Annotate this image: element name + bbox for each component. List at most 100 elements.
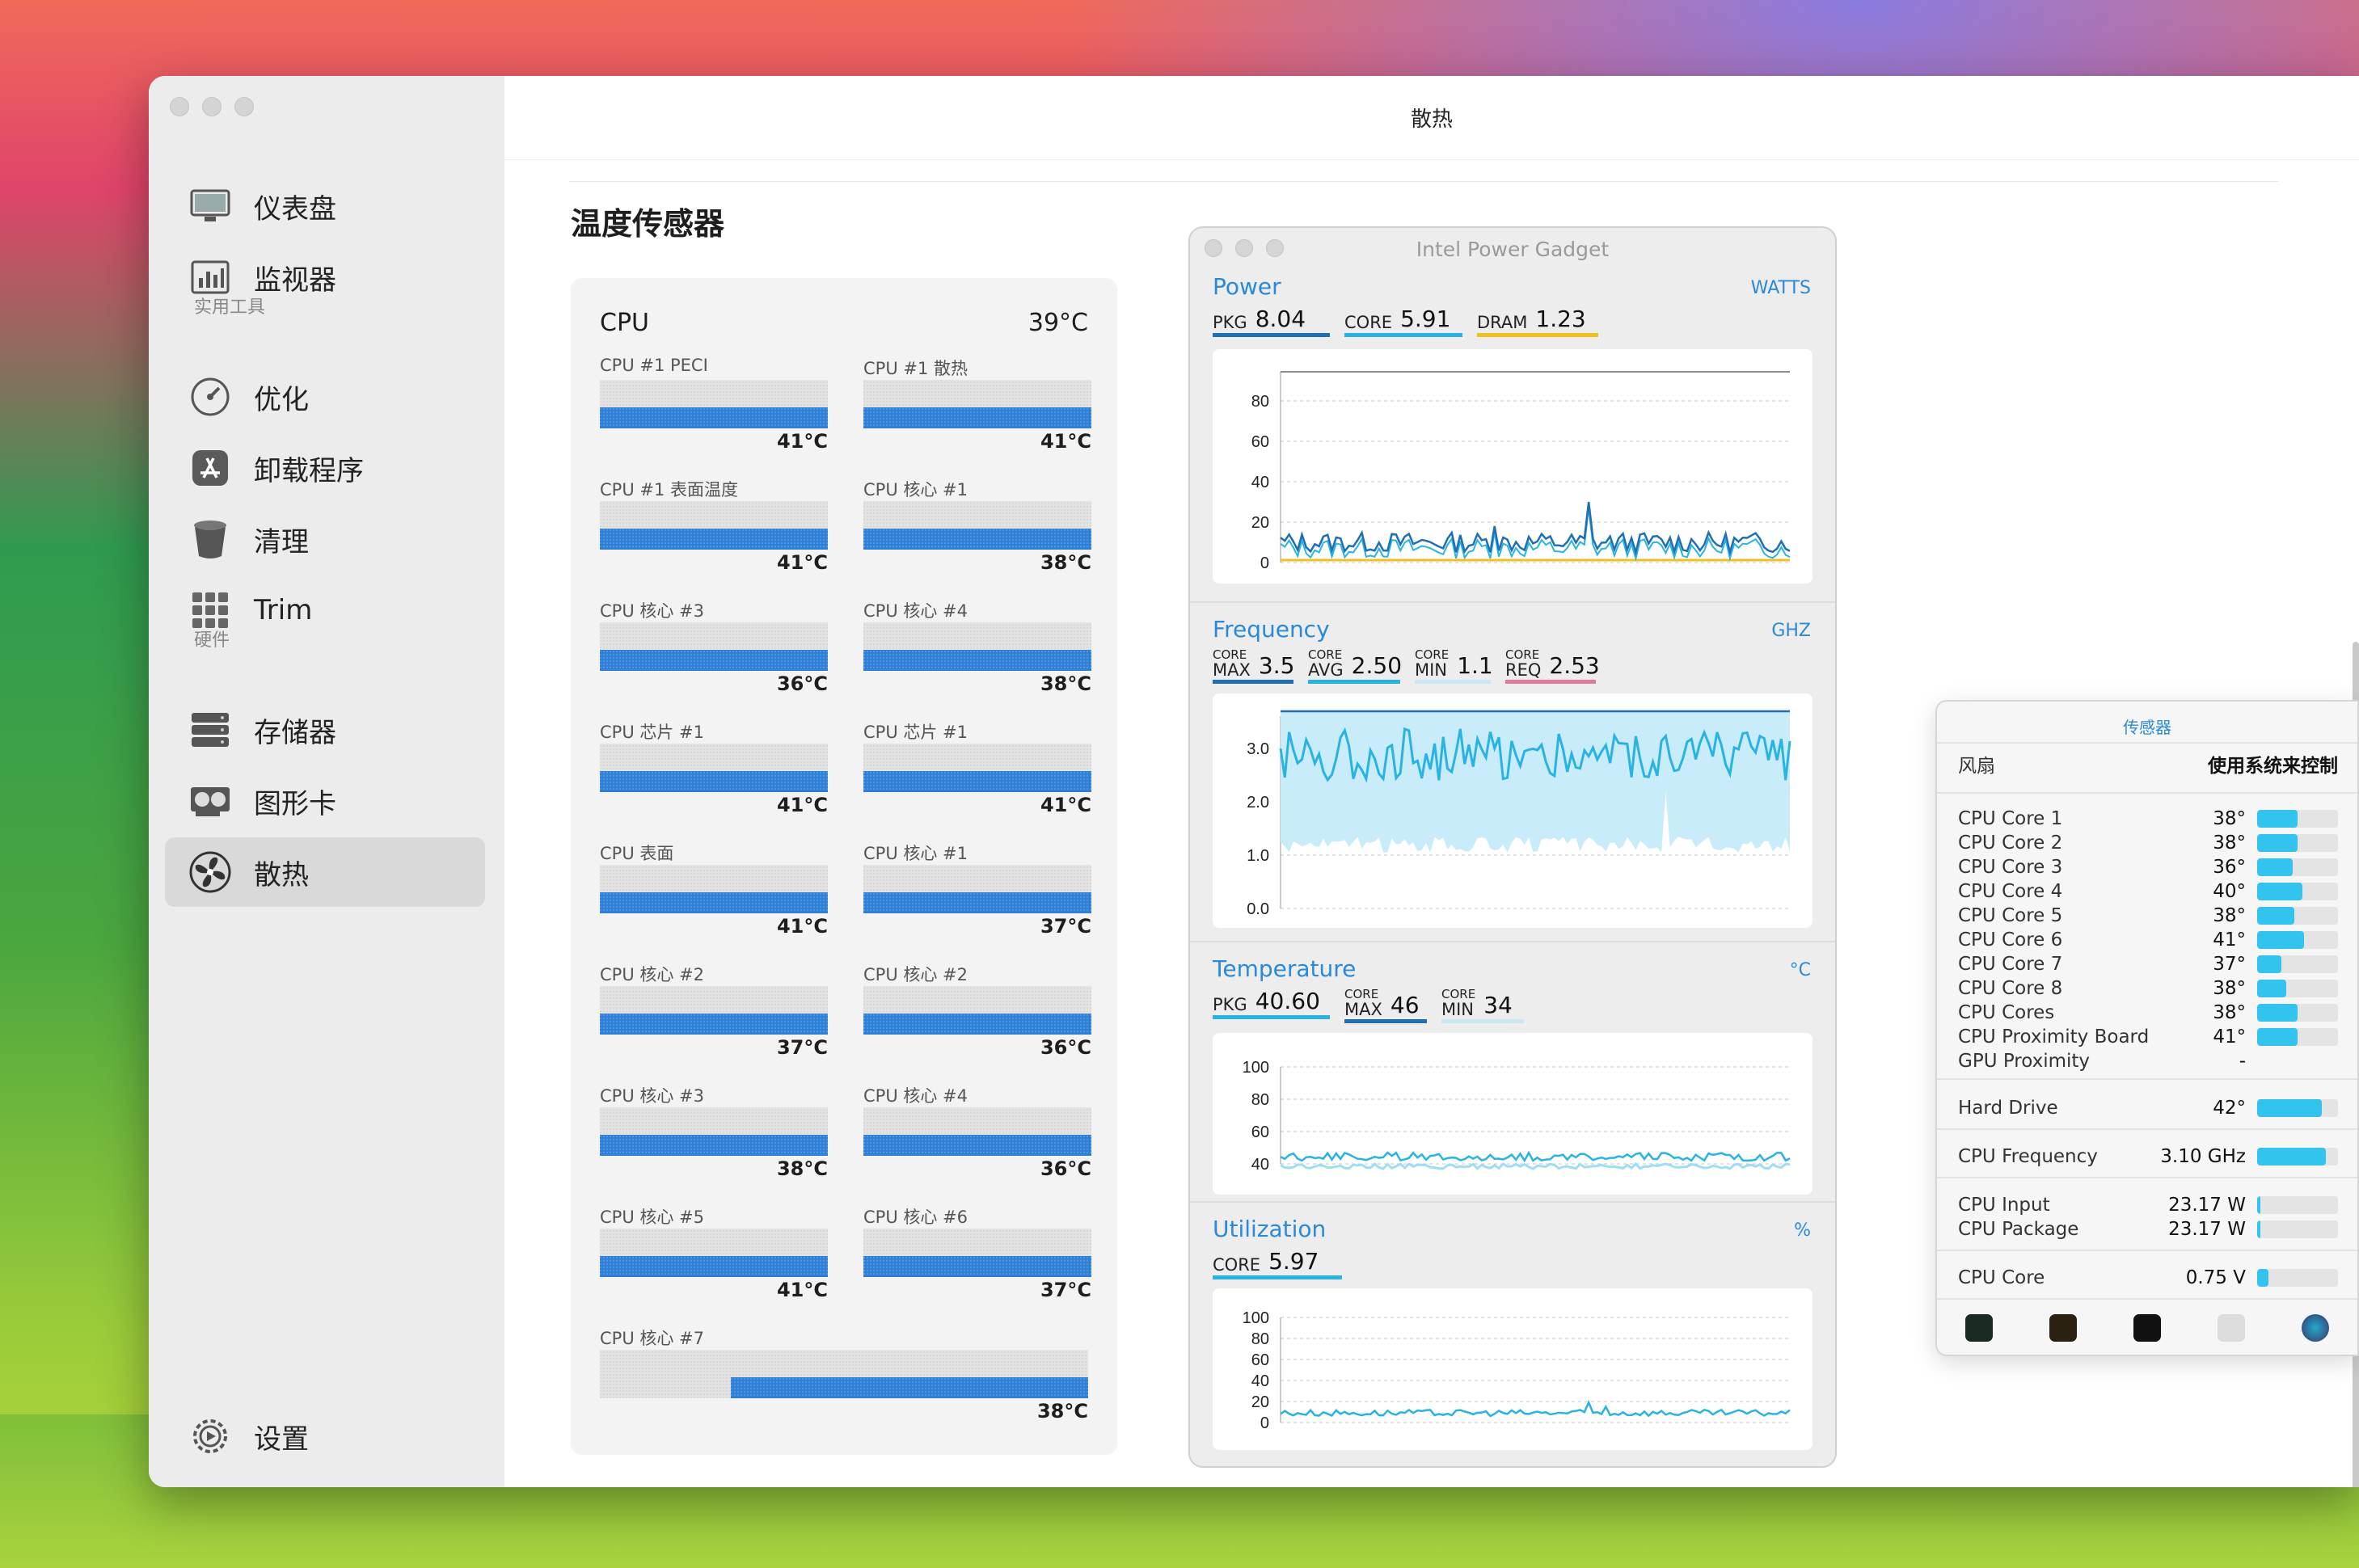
sensor-row: Hard Drive 42° bbox=[1958, 1096, 2338, 1120]
sensor-row-name: CPU Core 6 bbox=[1958, 929, 2063, 950]
ipg-chart-power: 80 60 40 20 0 bbox=[1213, 349, 1813, 584]
settings-label: 设置 bbox=[254, 1423, 309, 1456]
sensor-level-meter bbox=[2257, 907, 2338, 925]
ipg-section-title: Power bbox=[1213, 273, 1281, 300]
sensor-row-value: 42° bbox=[2213, 1098, 2246, 1119]
sensor-row: CPU Core 0.75 V bbox=[1958, 1266, 2338, 1290]
sensor-name: CPU 核心 #7 bbox=[600, 1329, 705, 1348]
divider bbox=[1937, 1298, 2357, 1300]
y-tick-label: 0.0 bbox=[1247, 900, 1269, 918]
disk-utility-icon[interactable] bbox=[2302, 1314, 2329, 1342]
sidebar-item-label: 仪表盘 bbox=[254, 192, 336, 226]
ipg-metric-underline bbox=[1441, 1019, 1524, 1023]
y-tick-label: 2.0 bbox=[1247, 794, 1269, 811]
sensor-level-meter bbox=[2257, 883, 2338, 900]
sensor-value: 37°C bbox=[1040, 915, 1091, 938]
ipg-metric-value: 8.04 bbox=[1255, 306, 1306, 332]
ipg-metric-value: 46 bbox=[1390, 992, 1420, 1018]
ipg-metric-underline bbox=[1415, 680, 1491, 684]
sensor-name: CPU 核心 #5 bbox=[600, 1208, 705, 1227]
ipg-metric-label-bottom: MIN bbox=[1441, 1000, 1475, 1019]
sensor-level-fill bbox=[2257, 1004, 2298, 1022]
sensor-item: CPU 芯片 #1 41°C bbox=[600, 719, 828, 841]
power-gadget-icon[interactable] bbox=[2049, 1314, 2077, 1342]
ipg-metric: PKG 8.04 bbox=[1213, 306, 1330, 337]
sensor-history-graph bbox=[600, 380, 828, 428]
sensor-level-fill bbox=[2257, 1269, 2268, 1287]
sensor-history-graph bbox=[863, 986, 1091, 1035]
sensor-level-fill bbox=[2257, 883, 2302, 900]
sensor-history-graph bbox=[863, 1229, 1091, 1277]
ipg-metric-underline bbox=[1308, 680, 1400, 684]
sidebar-item-label: 图形卡 bbox=[254, 787, 336, 820]
ipg-title: Intel Power Gadget bbox=[1416, 238, 1610, 261]
ipg-section-title: Temperature bbox=[1213, 955, 1357, 982]
close-button[interactable] bbox=[170, 97, 189, 116]
sensor-name: CPU 核心 #4 bbox=[863, 1086, 968, 1106]
divider bbox=[569, 181, 2278, 182]
sensor-level-meter bbox=[2257, 1028, 2338, 1046]
ipg-chart-svg: 80 60 40 20 0 bbox=[1251, 371, 1791, 572]
ipg-metric-label-top: CORE bbox=[1441, 987, 1476, 1001]
sensor-name: CPU 核心 #3 bbox=[600, 601, 705, 621]
ipg-metric-value: 5.91 bbox=[1400, 306, 1451, 332]
monitor-icon bbox=[189, 185, 231, 227]
ipg-metric-value: 5.97 bbox=[1268, 1248, 1319, 1275]
sidebar-item-7[interactable]: 图形卡 bbox=[165, 766, 485, 836]
sensor-row: CPU Cores 38° bbox=[1958, 1001, 2338, 1025]
sidebar-item-2[interactable]: 优化 bbox=[165, 362, 485, 432]
sidebar-item-8[interactable]: 散热 bbox=[165, 837, 485, 907]
minimize-button[interactable] bbox=[202, 97, 222, 116]
sensor-row-name: CPU Core 2 bbox=[1958, 832, 2063, 854]
terminal-icon[interactable] bbox=[2133, 1314, 2161, 1342]
sensor-row-value: - bbox=[2239, 1051, 2246, 1072]
activity-monitor-icon[interactable] bbox=[1965, 1314, 1993, 1342]
fan-control-value[interactable]: 使用系统来控制 bbox=[2208, 750, 2338, 778]
divider bbox=[1937, 1250, 2357, 1251]
ipg-metric: CORE REQ 2.53 bbox=[1505, 648, 1600, 684]
trash-icon bbox=[189, 518, 231, 560]
cpu-sensor-panel: CPU 39°C CPU #1 PECI 41°C CPU #1 散热 41°C CPU… bbox=[571, 278, 1117, 1455]
sensor-history-graph bbox=[600, 622, 828, 671]
ipg-unit-label: GHZ bbox=[1771, 621, 1811, 641]
system-info-icon[interactable] bbox=[2218, 1314, 2245, 1342]
sensor-row-name: CPU Core 4 bbox=[1958, 881, 2063, 902]
ipg-metric: CORE MAX 46 bbox=[1344, 988, 1427, 1023]
ipg-metric-value: 40.60 bbox=[1255, 988, 1320, 1014]
ipg-metric-label-bottom: AVG bbox=[1308, 660, 1344, 680]
y-tick-label: 0 bbox=[1260, 1414, 1269, 1432]
sidebar-item-4[interactable]: 清理 bbox=[165, 504, 485, 574]
sidebar-item-label: 散热 bbox=[254, 858, 309, 891]
ipg-chart-svg: 100 80 60 40 20 0 bbox=[1243, 1309, 1791, 1432]
ipg-metric-label-top: CORE bbox=[1308, 647, 1343, 662]
ipg-metric: CORE MIN 34 bbox=[1441, 988, 1524, 1023]
ipg-metric: CORE MIN 1.1 bbox=[1415, 648, 1493, 684]
ipg-metric-label: CORE MIN bbox=[1415, 648, 1449, 679]
settings-button[interactable]: 设置 bbox=[165, 1402, 485, 1471]
sensor-popover: 传感器 风扇 使用系统来控制 CPU Core 1 38° CPU Core 2 38… bbox=[1935, 700, 2359, 1356]
sensor-level-fill bbox=[2257, 955, 2281, 973]
y-tick-label: 80 bbox=[1251, 393, 1269, 411]
sensor-level-fill bbox=[2257, 1028, 2298, 1046]
fan-icon bbox=[189, 851, 231, 893]
sidebar-item-0[interactable]: 仪表盘 bbox=[165, 171, 485, 241]
min-max-area bbox=[1281, 711, 1790, 853]
sensor-level-meter bbox=[2257, 834, 2338, 852]
core-series-line bbox=[1280, 508, 1791, 562]
sensor-row-value: 37° bbox=[2213, 954, 2246, 975]
sensor-row-value: 41° bbox=[2213, 929, 2246, 950]
sensor-item: CPU #1 表面温度 41°C bbox=[600, 477, 828, 598]
ipg-metric-value: 1.1 bbox=[1457, 652, 1493, 679]
y-tick-label: 100 bbox=[1243, 1059, 1269, 1077]
sensor-name: CPU 表面 bbox=[600, 844, 674, 863]
window-title: 散热 bbox=[504, 76, 2359, 160]
sensor-history-graph bbox=[863, 380, 1091, 428]
zoom-button[interactable] bbox=[234, 97, 254, 116]
sensor-history-graph bbox=[600, 865, 828, 913]
sidebar-item-3[interactable]: 卸载程序 bbox=[165, 433, 485, 503]
sensor-level-fill bbox=[2257, 907, 2294, 925]
sensor-row-name: Hard Drive bbox=[1958, 1098, 2058, 1119]
ipg-metric-label-bottom: MIN bbox=[1415, 660, 1448, 680]
sidebar-item-6[interactable]: 存储器 bbox=[165, 695, 485, 765]
sensor-history-graph bbox=[600, 1107, 828, 1156]
